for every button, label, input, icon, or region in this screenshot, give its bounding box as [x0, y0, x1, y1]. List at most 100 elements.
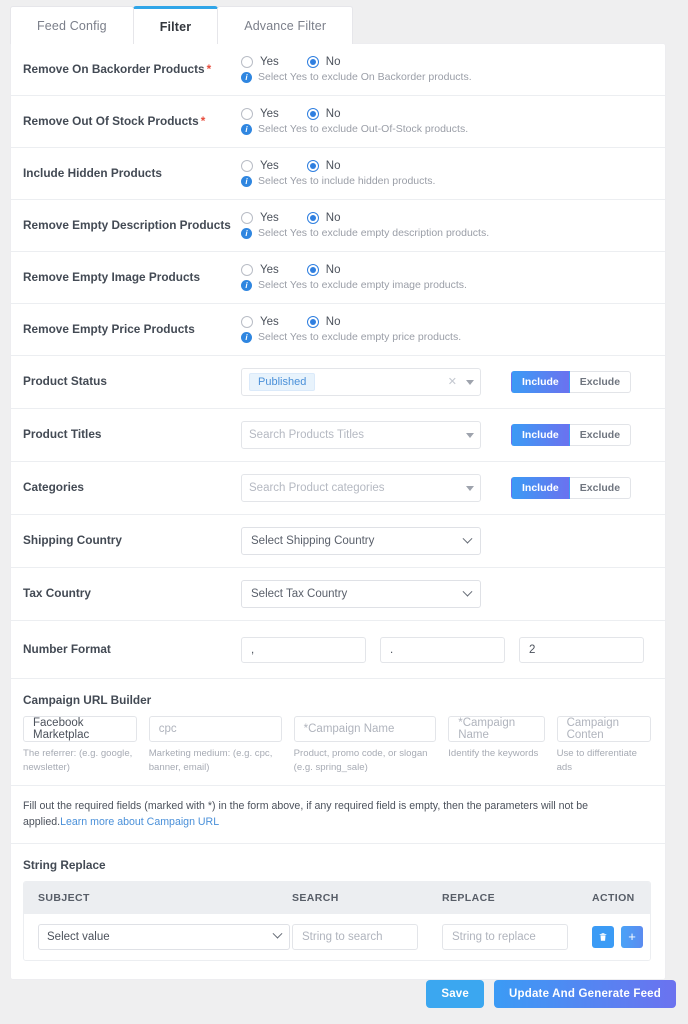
radio-dot-selected	[307, 108, 319, 120]
replace-input[interactable]: String to replace	[442, 924, 568, 950]
radio-dot	[241, 264, 253, 276]
chevron-down-icon	[463, 533, 473, 543]
info-icon: i	[241, 280, 252, 291]
shipping-country-value: Select Shipping Country	[251, 535, 374, 547]
campaign-medium-input[interactable]: cpc	[149, 716, 282, 742]
row-include-hidden-products: Include Hidden Products Yes No i Select …	[11, 148, 665, 200]
radio-no[interactable]: No	[307, 316, 341, 328]
radio-group: Yes No	[241, 108, 651, 120]
thousand-separator-input[interactable]: ,	[241, 637, 366, 663]
search-input[interactable]: String to search	[292, 924, 418, 950]
row-control: Search Products Titles Include Exclude	[241, 421, 651, 449]
chevron-down-icon[interactable]	[466, 486, 474, 491]
info-icon: i	[241, 72, 252, 83]
save-button[interactable]: Save	[426, 980, 484, 1008]
radio-dot-selected	[307, 56, 319, 68]
shipping-country-select[interactable]: Select Shipping Country	[241, 527, 481, 555]
filter-form-card: Remove On Backorder Products* Yes No i S…	[10, 43, 666, 980]
subject-select[interactable]: Select value	[38, 924, 290, 950]
row-product-status: Product Status Published ✕ Include Exclu…	[11, 356, 665, 409]
radio-label: Yes	[260, 160, 279, 172]
radio-label: No	[326, 160, 341, 172]
radio-yes[interactable]: Yes	[241, 160, 279, 172]
selected-chip[interactable]: Published	[249, 373, 315, 391]
hint-text: Select Yes to exclude Out-Of-Stock produ…	[258, 123, 468, 135]
radio-yes[interactable]: Yes	[241, 212, 279, 224]
radio-yes[interactable]: Yes	[241, 56, 279, 68]
row-label-text: Tax Country	[23, 586, 91, 600]
row-control: Select Tax Country	[241, 580, 651, 608]
exclude-button[interactable]: Exclude	[570, 477, 631, 499]
campaign-content-input[interactable]: Campaign Conten	[557, 716, 651, 742]
radio-no[interactable]: No	[307, 56, 341, 68]
row-label-text: Remove Empty Description Products	[23, 218, 231, 232]
radio-yes[interactable]: Yes	[241, 316, 279, 328]
row-number-format: Number Format , . 2	[11, 621, 665, 679]
include-button[interactable]: Include	[511, 371, 570, 393]
decimal-separator-input[interactable]: .	[380, 637, 505, 663]
decimals-input[interactable]: 2	[519, 637, 644, 663]
delete-row-button[interactable]	[592, 926, 614, 948]
campaign-source-input[interactable]: Facebook Marketplac	[23, 716, 137, 742]
product-titles-select[interactable]: Search Products Titles	[241, 421, 481, 449]
campaign-source-help: The referrer: (e.g. google, newsletter)	[23, 747, 137, 775]
row-categories: Categories Search Product categories Inc…	[11, 462, 665, 515]
categories-mode-toggle: Include Exclude	[511, 477, 631, 499]
campaign-name-input[interactable]: *Campaign Name	[294, 716, 437, 742]
campaign-term-input[interactable]: *Campaign Name	[448, 716, 544, 742]
row-label-text: Number Format	[23, 642, 111, 656]
hint-text: Select Yes to exclude empty image produc…	[258, 279, 467, 291]
exclude-button[interactable]: Exclude	[570, 371, 631, 393]
tab-filter[interactable]: Filter	[133, 6, 218, 44]
info-icon: i	[241, 176, 252, 187]
radio-no[interactable]: No	[307, 160, 341, 172]
include-button[interactable]: Include	[511, 424, 570, 446]
form-actions: Save Update And Generate Feed	[426, 980, 676, 1008]
learn-more-link[interactable]: Learn more about Campaign URL	[60, 816, 219, 828]
row-label: Remove Empty Price Products	[23, 322, 241, 338]
row-label: Tax Country	[23, 586, 241, 602]
row-label: Shipping Country	[23, 533, 241, 549]
update-and-generate-feed-button[interactable]: Update And Generate Feed	[494, 980, 676, 1008]
row-label-text: Remove Empty Price Products	[23, 322, 195, 336]
campaign-term-help: Identify the keywords	[448, 747, 544, 761]
chevron-down-icon[interactable]	[466, 433, 474, 438]
tax-country-select[interactable]: Select Tax Country	[241, 580, 481, 608]
tab-advance-filter[interactable]: Advance Filter	[217, 6, 353, 44]
select-controls	[466, 486, 474, 491]
add-row-button[interactable]: +	[621, 926, 643, 948]
radio-yes[interactable]: Yes	[241, 264, 279, 276]
radio-group: Yes No	[241, 316, 651, 328]
product-status-mode-toggle: Include Exclude	[511, 371, 631, 393]
include-button[interactable]: Include	[511, 477, 570, 499]
row-label: Remove Empty Description Products	[23, 218, 241, 234]
chevron-down-icon[interactable]	[466, 380, 474, 385]
radio-no[interactable]: No	[307, 264, 341, 276]
product-status-select[interactable]: Published ✕	[241, 368, 481, 396]
radio-label: Yes	[260, 212, 279, 224]
radio-yes[interactable]: Yes	[241, 108, 279, 120]
table-header-row: SUBJECT SEARCH REPLACE ACTION	[24, 882, 650, 914]
row-remove-out-of-stock-products: Remove Out Of Stock Products* Yes No i S…	[11, 96, 665, 148]
radio-label: No	[326, 316, 341, 328]
radio-no[interactable]: No	[307, 212, 341, 224]
exclude-button[interactable]: Exclude	[570, 424, 631, 446]
column-header-search: SEARCH	[292, 892, 442, 904]
radio-no[interactable]: No	[307, 108, 341, 120]
row-label: Number Format	[23, 642, 241, 658]
radio-label: No	[326, 108, 341, 120]
campaign-term-field: *Campaign Name Identify the keywords	[448, 716, 544, 775]
hint: i Select Yes to exclude empty price prod…	[241, 331, 651, 343]
campaign-content-help: Use to differentiate ads	[557, 747, 651, 775]
row-control: Yes No i Select Yes to exclude empty ima…	[241, 264, 651, 291]
categories-select[interactable]: Search Product categories	[241, 474, 481, 502]
clear-icon[interactable]: ✕	[448, 377, 457, 388]
hint: i Select Yes to exclude empty image prod…	[241, 279, 651, 291]
tab-feed-config[interactable]: Feed Config	[10, 6, 134, 44]
string-replace-table: SUBJECT SEARCH REPLACE ACTION Select val…	[23, 881, 651, 961]
tab-label: Feed Config	[37, 19, 107, 33]
row-shipping-country: Shipping Country Select Shipping Country	[11, 515, 665, 568]
row-control: Yes No i Select Yes to exclude Out-Of-St…	[241, 108, 651, 135]
hint-text: Select Yes to include hidden products.	[258, 175, 435, 187]
radio-dot-selected	[307, 316, 319, 328]
